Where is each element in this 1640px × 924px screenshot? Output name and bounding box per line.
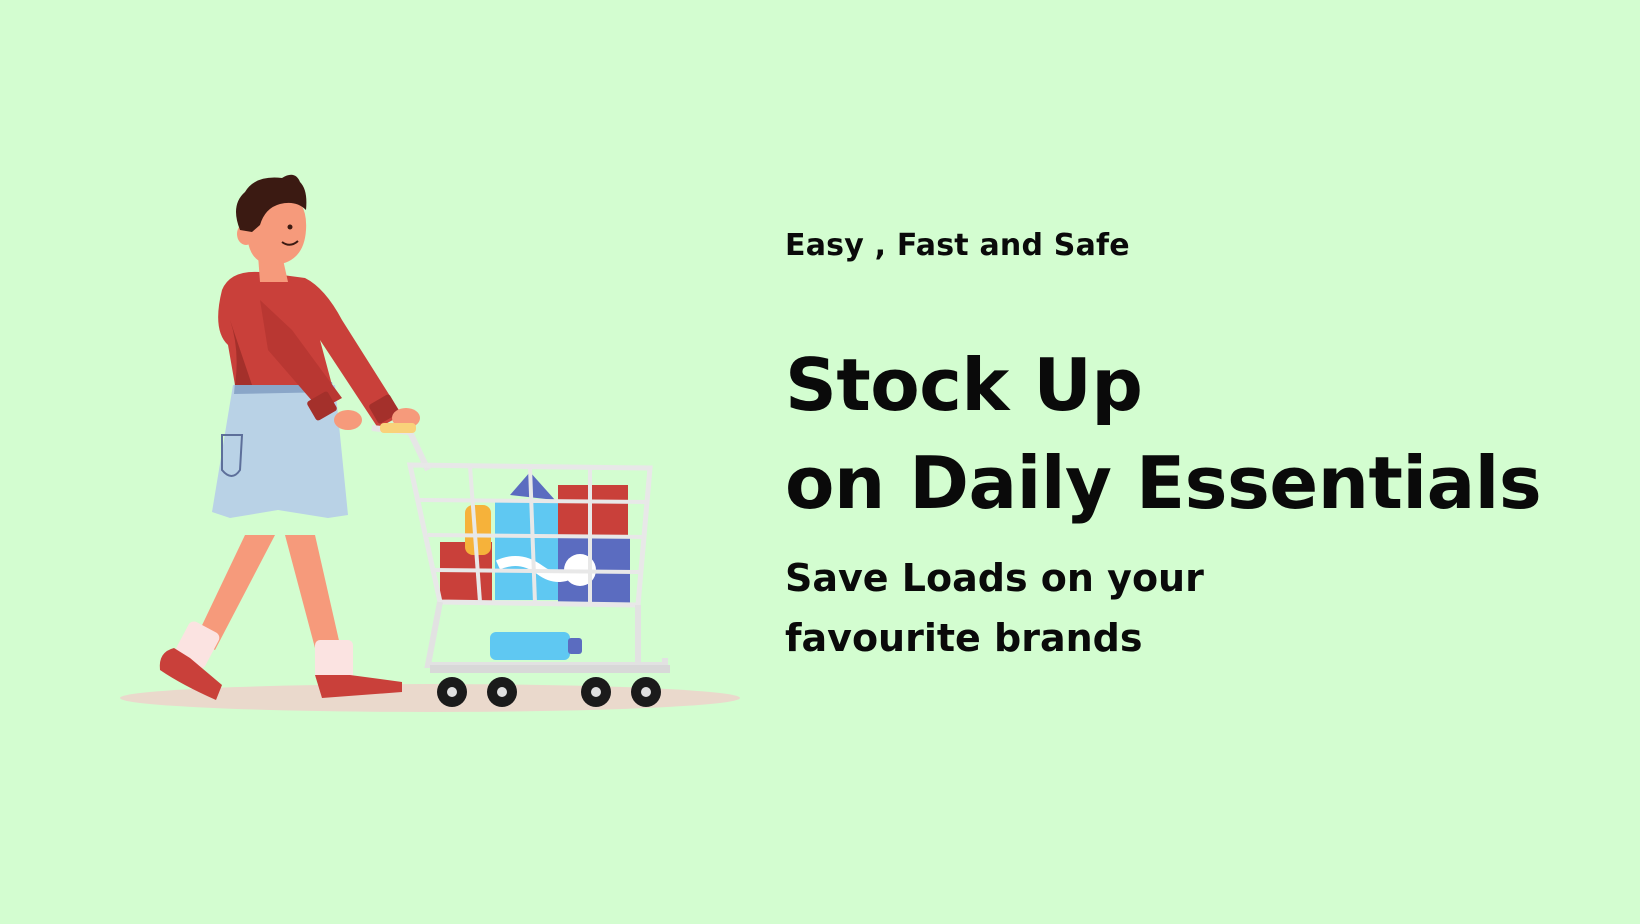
headline: Stock Up on Daily Essentials bbox=[785, 336, 1542, 532]
eye bbox=[287, 224, 293, 230]
near-hand bbox=[334, 410, 362, 430]
subheadline-line-1: Save Loads on your bbox=[785, 556, 1204, 600]
grocery-bag bbox=[558, 485, 628, 540]
tagline: Easy , Fast and Safe bbox=[785, 228, 1130, 263]
man-pushing-shopping-cart-icon bbox=[120, 174, 740, 712]
subheadline-line-2: favourite brands bbox=[785, 616, 1143, 660]
grocery-bottle bbox=[465, 505, 491, 555]
grocery-water-bottle bbox=[490, 632, 570, 660]
headline-line-2: on Daily Essentials bbox=[785, 441, 1542, 525]
cart-handle-grip bbox=[380, 423, 416, 433]
grocery-blue-carton bbox=[495, 500, 559, 600]
front-leg bbox=[285, 535, 340, 648]
subheadline: Save Loads on your favourite brands bbox=[785, 548, 1204, 668]
front-sock bbox=[315, 640, 353, 680]
headline-line-1: Stock Up bbox=[785, 343, 1143, 427]
shopping-cart bbox=[371, 423, 670, 707]
promo-banner: Easy , Fast and Safe Stock Up on Daily E… bbox=[0, 0, 1640, 924]
